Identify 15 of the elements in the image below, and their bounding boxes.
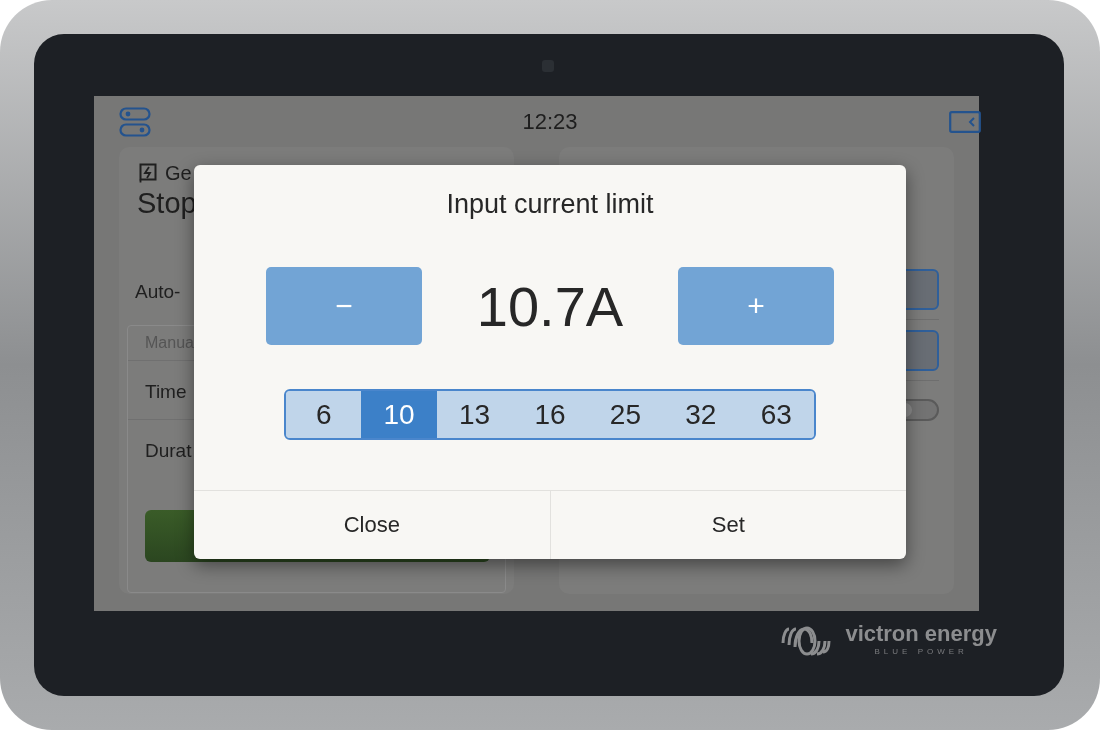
dialog-title: Input current limit — [445, 189, 655, 221]
preset-option[interactable]: 10 — [361, 391, 437, 438]
setting-label: Auto- — [135, 281, 181, 304]
dialog-button[interactable]: Close — [194, 491, 550, 559]
setting-label: Durat — [145, 440, 192, 462]
toggle-controls-icon[interactable] — [119, 106, 151, 137]
collapse-panel-icon[interactable] — [949, 110, 981, 133]
dialog-button[interactable]: Set — [549, 491, 906, 559]
clock-time: 12:23 — [522, 108, 578, 135]
brand-name: victron energy — [845, 622, 997, 645]
generator-icon — [139, 163, 157, 183]
brand-tagline: BLUE POWER — [874, 646, 968, 656]
generator-state: Stop — [137, 187, 197, 221]
card-title: Ge — [165, 161, 192, 185]
setting-label: Time — [145, 381, 187, 403]
